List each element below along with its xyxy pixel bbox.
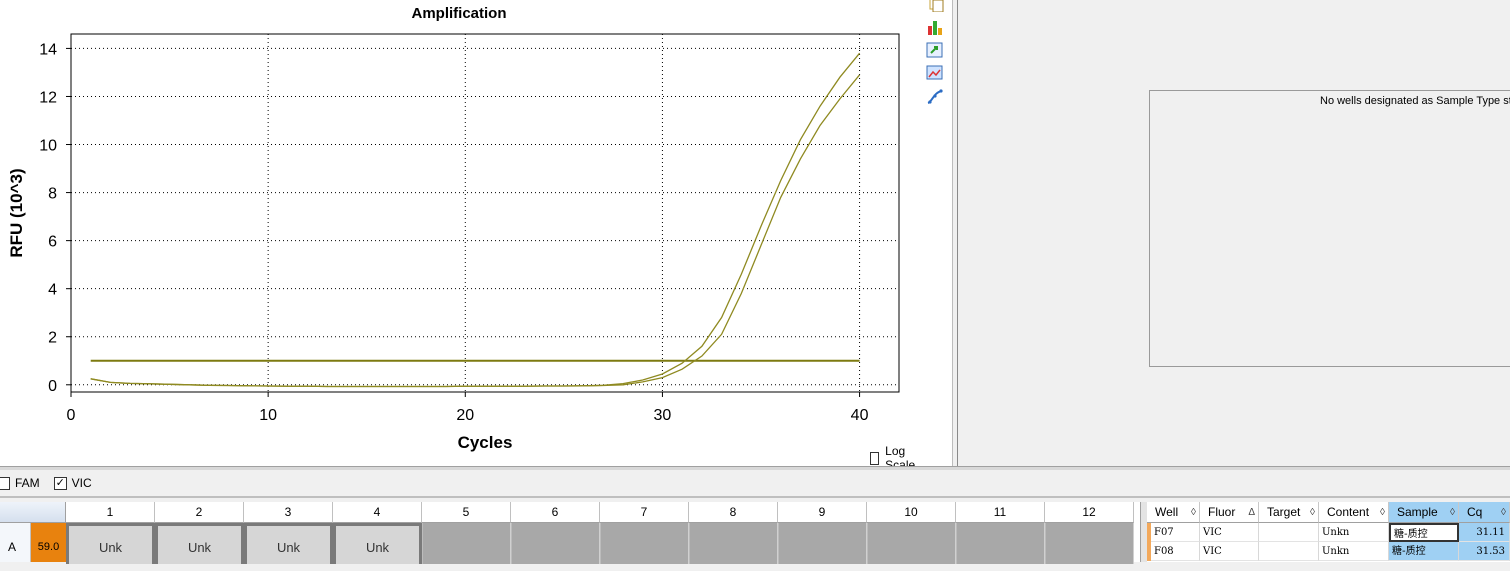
y-tick-label: 4	[48, 282, 57, 299]
sort-icon[interactable]: ◊	[1191, 502, 1196, 523]
plate-well[interactable]	[422, 523, 511, 564]
plate-well[interactable]	[867, 523, 956, 564]
x-tick-label: 10	[259, 407, 277, 424]
y-tick-label: 0	[48, 378, 57, 395]
column-header-sample[interactable]: Sample ◊	[1389, 502, 1459, 523]
cell-target	[1259, 523, 1319, 542]
plate-well[interactable]	[778, 523, 867, 564]
y-axis-label: RFU (10^3)	[7, 168, 26, 257]
plate-well[interactable]: Unk	[155, 523, 244, 564]
cell-content: Unkn	[1319, 523, 1389, 542]
plate-column-header[interactable]: 9	[778, 502, 867, 523]
fam-label: FAM	[15, 476, 40, 490]
plate-column-header[interactable]: 1	[66, 502, 155, 523]
amplification-chart: 0 10 20 30 40 0 2 4 6 8 10 12 14 Amplification Cycles R…	[7, 5, 900, 452]
y-tick-label: 10	[39, 138, 57, 155]
vic-label: VIC	[71, 476, 92, 490]
sort-icon[interactable]: ◊	[1501, 502, 1506, 523]
chart-title: Amplification	[411, 5, 506, 22]
plate-column-header[interactable]: 12	[1045, 502, 1134, 523]
plate-column-header[interactable]: 8	[689, 502, 778, 523]
plate-column-header[interactable]: 3	[244, 502, 333, 523]
column-header-fluor[interactable]: Fluor Δ	[1200, 502, 1259, 523]
fam-checkbox[interactable]	[0, 476, 10, 490]
fluor-vic-option[interactable]: ✓ VIC	[53, 476, 92, 490]
cell-cq: 31.53	[1459, 542, 1510, 561]
plate-well[interactable]: Unk	[66, 523, 155, 564]
column-header-label: Target	[1267, 505, 1301, 519]
cell-fluor: VIC	[1200, 542, 1259, 561]
plate-column-header[interactable]: 2	[155, 502, 244, 523]
column-header-well[interactable]: Well ◊	[1147, 502, 1200, 523]
amplification-chart-panel: 0 10 20 30 40 0 2 4 6 8 10 12 14 Amplification Cycles R…	[0, 0, 920, 472]
cell-well: F07	[1151, 523, 1200, 542]
cell-fluor: VIC	[1200, 523, 1259, 542]
export-icon[interactable]	[926, 41, 944, 59]
copy-icon[interactable]	[926, 0, 944, 13]
standard-curve-box: No wells designated as Sample Type sta	[1149, 90, 1510, 367]
fluor-fam-option[interactable]: FAM	[0, 476, 40, 490]
log-scale-checkbox[interactable]	[870, 451, 880, 465]
cell-well: F08	[1151, 542, 1200, 561]
bar-chart-icon[interactable]	[926, 18, 944, 36]
cell-sample[interactable]: 糖-质控	[1389, 542, 1459, 561]
cell-sample[interactable]: 糖-质控	[1389, 523, 1459, 542]
column-header-cq[interactable]: Cq ◊	[1459, 502, 1510, 523]
plate-column-header[interactable]: 7	[600, 502, 689, 523]
column-header-label: Cq	[1467, 505, 1483, 519]
y-tick-label: 14	[39, 41, 57, 58]
y-tick-label: 6	[48, 234, 57, 251]
plate-column-header[interactable]: 6	[511, 502, 600, 523]
plate-corner[interactable]	[0, 502, 66, 523]
column-header-label: Content	[1327, 505, 1370, 519]
plate-well[interactable]: Unk	[333, 523, 422, 564]
vic-checkbox[interactable]: ✓	[53, 476, 67, 490]
column-header-label: Well	[1155, 505, 1179, 519]
sort-icon[interactable]: ◊	[1380, 502, 1385, 523]
column-header-target[interactable]: Target ◊	[1259, 502, 1319, 523]
x-tick-label: 0	[67, 407, 76, 424]
sort-icon[interactable]: Δ	[1248, 502, 1255, 523]
plate-row-header-a[interactable]: A	[0, 523, 31, 562]
plate-view: 1 2 3 4 5 6 7 8 9 10 11 12 A 59.0 Unk Unk Unk Unk	[0, 502, 1140, 564]
plate-column-header[interactable]: 10	[867, 502, 956, 523]
plate-well[interactable]: Unk	[244, 523, 333, 564]
temperature-cell: 59.0	[31, 523, 66, 562]
plate-column-header[interactable]: 5	[422, 502, 511, 523]
column-header-content[interactable]: Content ◊	[1319, 502, 1389, 523]
chart-toolbar	[920, 0, 952, 466]
sort-icon[interactable]: ◊	[1450, 502, 1455, 523]
column-header-label: Sample	[1397, 505, 1438, 519]
sort-icon[interactable]: ◊	[1310, 502, 1315, 523]
y-tick-label: 8	[48, 186, 57, 203]
image-icon[interactable]	[926, 64, 944, 82]
plate-column-header[interactable]: 4	[333, 502, 422, 523]
plate-well[interactable]	[956, 523, 1045, 564]
plate-well[interactable]	[511, 523, 600, 564]
cell-target	[1259, 542, 1319, 561]
x-tick-label: 20	[456, 407, 474, 424]
x-tick-label: 30	[654, 407, 672, 424]
column-header-label: Fluor	[1208, 505, 1236, 519]
standard-curve-message: No wells designated as Sample Type sta	[1320, 95, 1510, 107]
plate-column-header[interactable]: 11	[956, 502, 1045, 523]
fluorophore-selector: FAM ✓ VIC	[0, 470, 1510, 498]
plate-well[interactable]	[689, 523, 778, 564]
cell-content: Unkn	[1319, 542, 1389, 561]
standard-curve-panel: No wells designated as Sample Type sta	[958, 0, 1510, 466]
x-tick-label: 40	[851, 407, 869, 424]
curve-icon[interactable]	[926, 88, 944, 106]
y-tick-label: 12	[39, 89, 57, 106]
plate-well[interactable]	[600, 523, 689, 564]
well-results-table: Well ◊ Fluor Δ Target ◊ Content ◊ Sample ◊ Cq ◊ F07…	[1147, 502, 1510, 562]
plate-well[interactable]	[1045, 523, 1134, 564]
cell-cq: 31.11	[1459, 523, 1510, 542]
y-tick-label: 2	[48, 330, 57, 347]
table-splitter[interactable]	[1140, 502, 1147, 562]
x-axis-label: Cycles	[458, 433, 513, 452]
